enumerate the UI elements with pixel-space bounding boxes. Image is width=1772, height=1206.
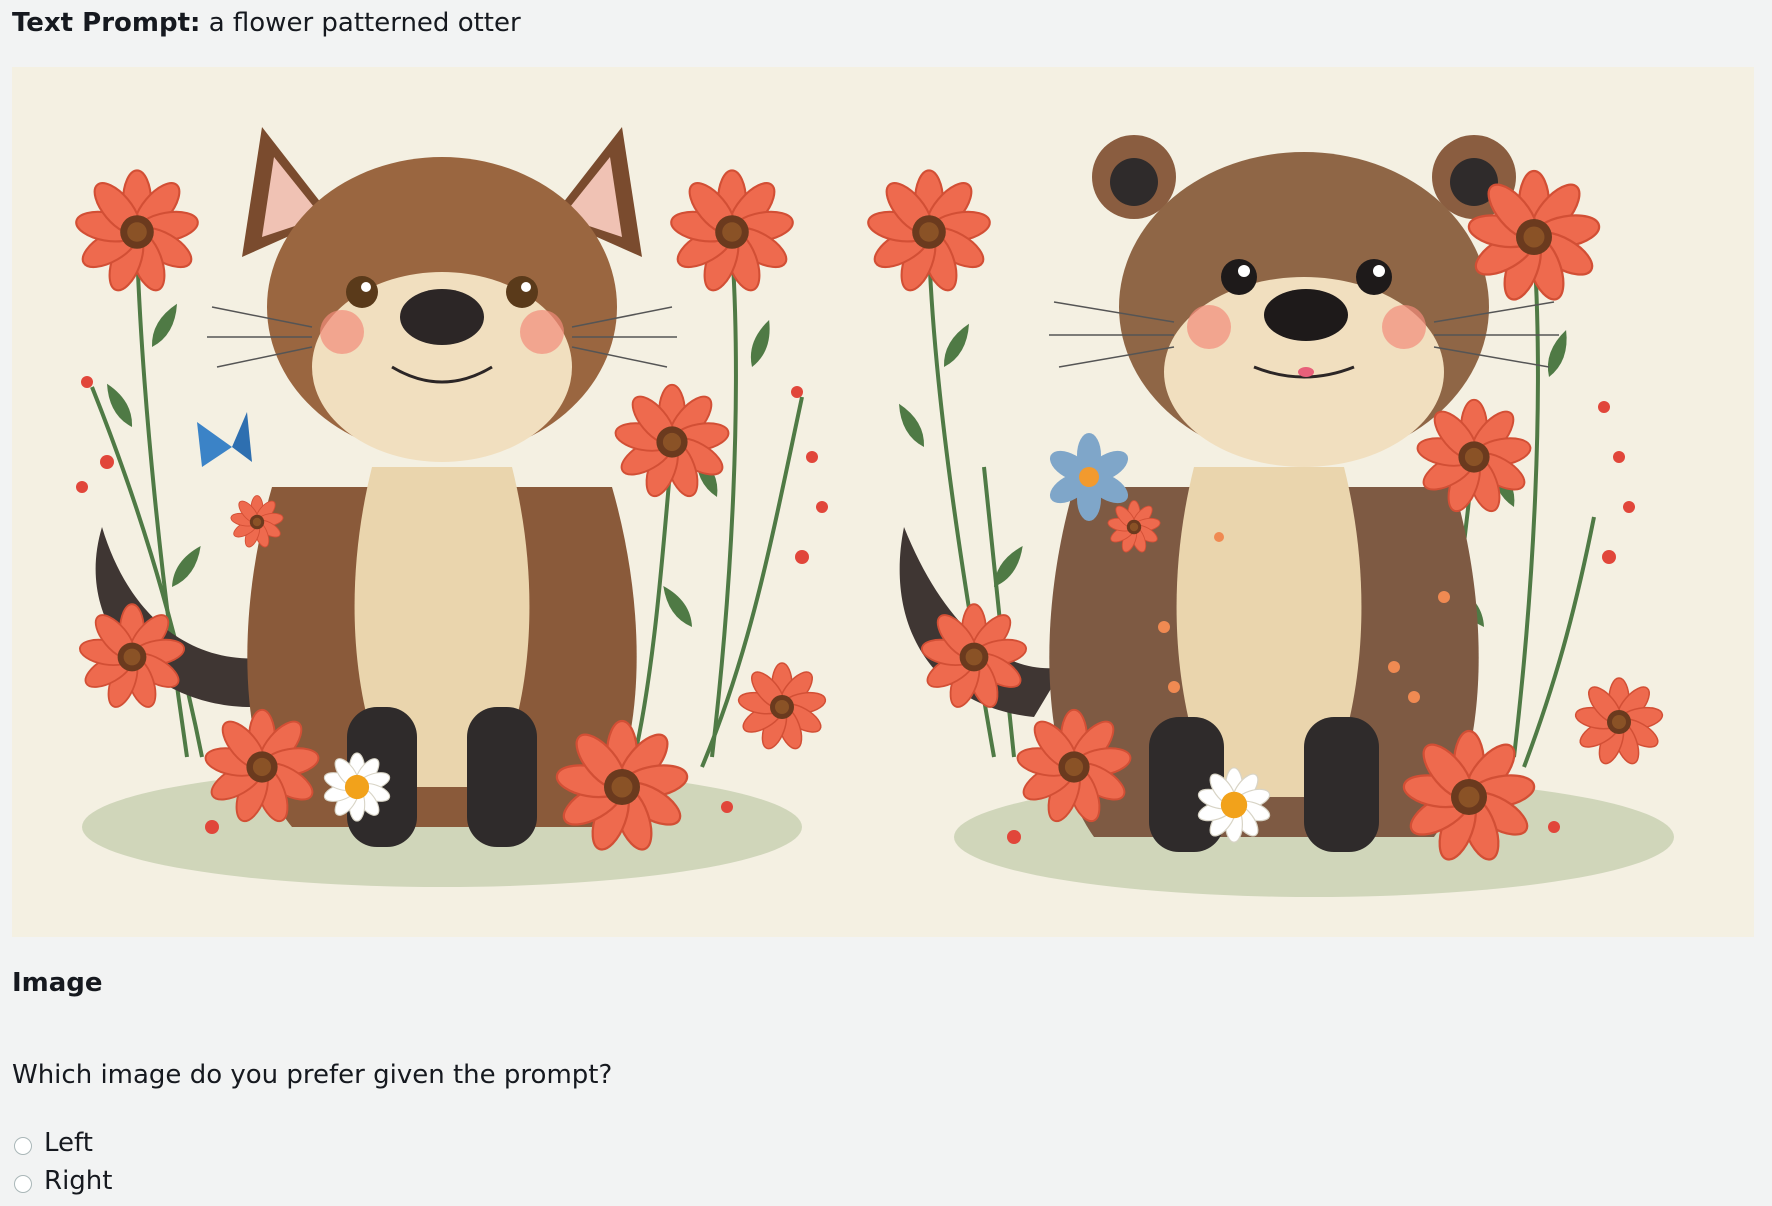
question-text: Which image do you prefer given the prom… — [12, 1060, 613, 1090]
option-right-label: Right — [44, 1166, 113, 1196]
section-heading-image: Image — [12, 968, 103, 998]
image-comparison-panel — [12, 67, 1754, 937]
radio-right[interactable] — [14, 1175, 32, 1193]
image-comparison-svg — [12, 67, 1754, 937]
option-left[interactable]: Left — [14, 1124, 112, 1162]
radio-left[interactable] — [14, 1137, 32, 1155]
preference-options: Left Right — [14, 1124, 112, 1200]
left-image — [12, 67, 874, 937]
text-prompt-label: Text Prompt: — [12, 8, 201, 38]
option-right[interactable]: Right — [14, 1162, 112, 1200]
option-left-label: Left — [44, 1128, 93, 1158]
text-prompt-value: a flower patterned otter — [208, 8, 521, 38]
page: Text Prompt: a flower patterned otter Im… — [0, 0, 1772, 1206]
text-prompt: Text Prompt: a flower patterned otter — [12, 6, 521, 40]
right-image — [864, 67, 1754, 937]
